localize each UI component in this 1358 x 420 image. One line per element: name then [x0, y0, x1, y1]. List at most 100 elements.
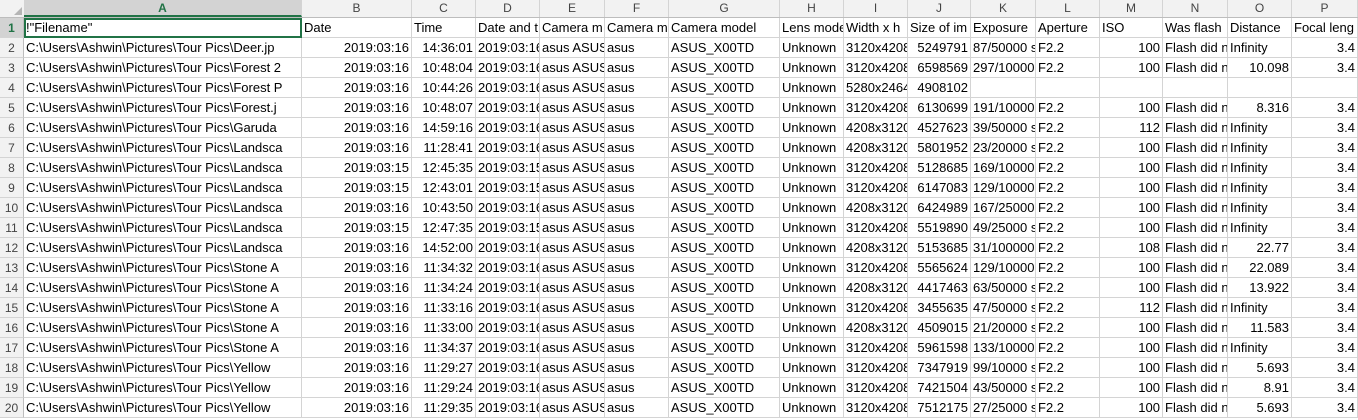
cell-p18[interactable]: 3.4 [1292, 358, 1358, 378]
cell-l11[interactable]: F2.2 [1036, 218, 1100, 238]
cell-m20[interactable]: 100 [1100, 398, 1163, 418]
cell-m7[interactable]: 100 [1100, 138, 1163, 158]
cell-j17[interactable]: 5961598 [908, 338, 971, 358]
cell-l20[interactable]: F2.2 [1036, 398, 1100, 418]
cell-b3[interactable]: 2019:03:16 [302, 58, 412, 78]
cell-n10[interactable]: Flash did n [1163, 198, 1228, 218]
cell-c12[interactable]: 14:52:00 [412, 238, 476, 258]
cell-d15[interactable]: 2019:03:16 [476, 298, 540, 318]
cell-e20[interactable]: asus ASUS [540, 398, 605, 418]
cell-o8[interactable]: Infinity [1228, 158, 1292, 178]
cell-i3[interactable]: 3120x4208 [844, 58, 908, 78]
cell-n8[interactable]: Flash did n [1163, 158, 1228, 178]
cell-h8[interactable]: Unknown [780, 158, 844, 178]
cell-m11[interactable]: 100 [1100, 218, 1163, 238]
cell-f9[interactable]: asus [605, 178, 669, 198]
cell-h13[interactable]: Unknown [780, 258, 844, 278]
cell-h17[interactable]: Unknown [780, 338, 844, 358]
cell-j6[interactable]: 4527623 [908, 118, 971, 138]
cell-j14[interactable]: 4417463 [908, 278, 971, 298]
cell-m9[interactable]: 100 [1100, 178, 1163, 198]
cell-d1[interactable]: Date and t [476, 18, 540, 38]
cell-i11[interactable]: 3120x4208 [844, 218, 908, 238]
cell-c9[interactable]: 12:43:01 [412, 178, 476, 198]
cell-b20[interactable]: 2019:03:16 [302, 398, 412, 418]
cell-b1[interactable]: Date [302, 18, 412, 38]
cell-b16[interactable]: 2019:03:16 [302, 318, 412, 338]
cell-c4[interactable]: 10:44:26 [412, 78, 476, 98]
cell-e10[interactable]: asus ASUS [540, 198, 605, 218]
cell-l1[interactable]: Aperture [1036, 18, 1100, 38]
cell-k7[interactable]: 23/20000 s [971, 138, 1036, 158]
cell-n15[interactable]: Flash did n [1163, 298, 1228, 318]
cell-l17[interactable]: F2.2 [1036, 338, 1100, 358]
cell-m16[interactable]: 100 [1100, 318, 1163, 338]
cell-h7[interactable]: Unknown [780, 138, 844, 158]
cell-f1[interactable]: Camera m [605, 18, 669, 38]
cell-b13[interactable]: 2019:03:16 [302, 258, 412, 278]
cell-n16[interactable]: Flash did n [1163, 318, 1228, 338]
row-header[interactable]: 7 [0, 138, 24, 158]
cell-d12[interactable]: 2019:03:16 [476, 238, 540, 258]
cell-g7[interactable]: ASUS_X00TD [669, 138, 780, 158]
cell-f11[interactable]: asus [605, 218, 669, 238]
cell-l10[interactable]: F2.2 [1036, 198, 1100, 218]
column-header-n[interactable]: N [1163, 0, 1228, 17]
row-header[interactable]: 8 [0, 158, 24, 178]
cell-j12[interactable]: 5153685 [908, 238, 971, 258]
cell-e8[interactable]: asus ASUS [540, 158, 605, 178]
cell-e1[interactable]: Camera m [540, 18, 605, 38]
cell-k13[interactable]: 129/10000 [971, 258, 1036, 278]
cell-d4[interactable]: 2019:03:16 [476, 78, 540, 98]
cell-c19[interactable]: 11:29:24 [412, 378, 476, 398]
column-header-p[interactable]: P [1292, 0, 1358, 17]
row-header[interactable]: 5 [0, 98, 24, 118]
row-header[interactable]: 17 [0, 338, 24, 358]
cell-i20[interactable]: 3120x4208 [844, 398, 908, 418]
cell-h2[interactable]: Unknown [780, 38, 844, 58]
cell-b8[interactable]: 2019:03:15 [302, 158, 412, 178]
cell-h15[interactable]: Unknown [780, 298, 844, 318]
cell-p12[interactable]: 3.4 [1292, 238, 1358, 258]
cell-c5[interactable]: 10:48:07 [412, 98, 476, 118]
cell-i1[interactable]: Width x h [844, 18, 908, 38]
cell-f13[interactable]: asus [605, 258, 669, 278]
cell-o20[interactable]: 5.693 [1228, 398, 1292, 418]
cell-k17[interactable]: 133/10000 [971, 338, 1036, 358]
cell-d20[interactable]: 2019:03:16 [476, 398, 540, 418]
cell-k15[interactable]: 47/50000 s [971, 298, 1036, 318]
cell-p4[interactable] [1292, 78, 1358, 98]
cell-l13[interactable]: F2.2 [1036, 258, 1100, 278]
cell-f20[interactable]: asus [605, 398, 669, 418]
row-header[interactable]: 20 [0, 398, 24, 418]
cell-c7[interactable]: 11:28:41 [412, 138, 476, 158]
cell-k14[interactable]: 63/50000 s [971, 278, 1036, 298]
cell-n1[interactable]: Was flash [1163, 18, 1228, 38]
column-header-a[interactable]: A [24, 0, 302, 17]
cell-o9[interactable]: Infinity [1228, 178, 1292, 198]
cell-j3[interactable]: 6598569 [908, 58, 971, 78]
cell-e17[interactable]: asus ASUS [540, 338, 605, 358]
cell-b10[interactable]: 2019:03:16 [302, 198, 412, 218]
row-header[interactable]: 18 [0, 358, 24, 378]
cell-f2[interactable]: asus [605, 38, 669, 58]
cell-a3[interactable]: C:\Users\Ashwin\Pictures\Tour Pics\Fores… [24, 58, 302, 78]
cell-h14[interactable]: Unknown [780, 278, 844, 298]
cell-p7[interactable]: 3.4 [1292, 138, 1358, 158]
cell-f16[interactable]: asus [605, 318, 669, 338]
cell-m15[interactable]: 112 [1100, 298, 1163, 318]
cell-p15[interactable]: 3.4 [1292, 298, 1358, 318]
cell-c1[interactable]: Time [412, 18, 476, 38]
cell-k10[interactable]: 167/25000 [971, 198, 1036, 218]
cell-a9[interactable]: C:\Users\Ashwin\Pictures\Tour Pics\Lands… [24, 178, 302, 198]
cell-o17[interactable]: Infinity [1228, 338, 1292, 358]
cell-c18[interactable]: 11:29:27 [412, 358, 476, 378]
cell-d7[interactable]: 2019:03:16 [476, 138, 540, 158]
cell-k12[interactable]: 31/100000 [971, 238, 1036, 258]
cell-o15[interactable]: Infinity [1228, 298, 1292, 318]
column-header-m[interactable]: M [1100, 0, 1163, 17]
cell-g10[interactable]: ASUS_X00TD [669, 198, 780, 218]
cell-n19[interactable]: Flash did n [1163, 378, 1228, 398]
cell-h20[interactable]: Unknown [780, 398, 844, 418]
cell-g8[interactable]: ASUS_X00TD [669, 158, 780, 178]
